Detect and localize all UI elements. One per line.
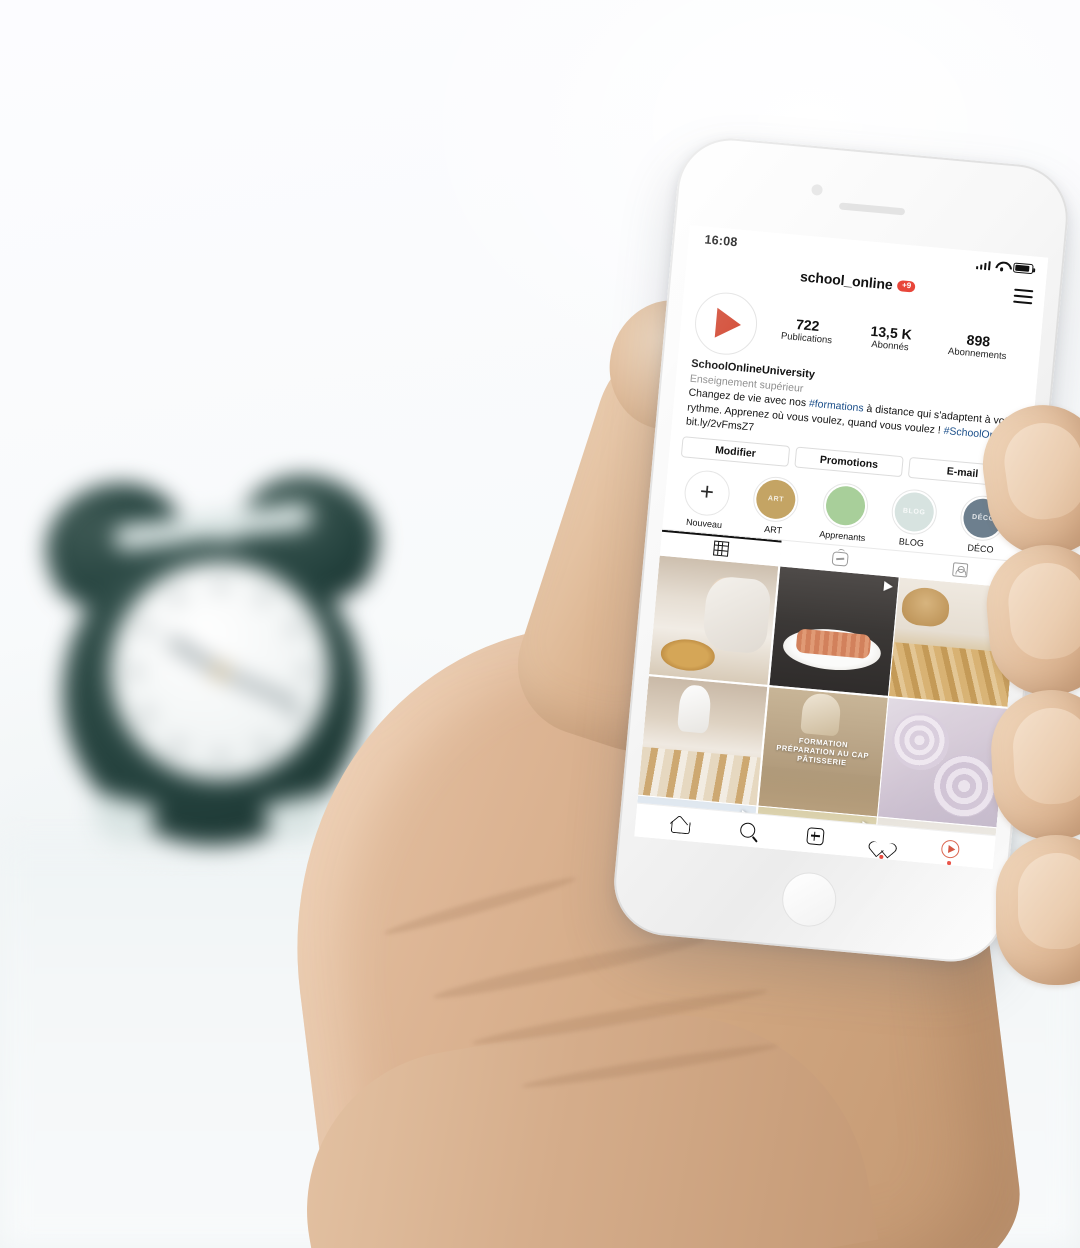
home-icon <box>670 815 688 832</box>
tagged-icon <box>951 562 968 578</box>
status-time: 16:08 <box>703 232 739 250</box>
post-thumbnail <box>768 566 899 697</box>
status-indicators <box>975 259 1034 275</box>
nav-home[interactable] <box>659 809 699 838</box>
wifi-icon <box>995 261 1009 272</box>
grid-post[interactable] <box>648 556 779 686</box>
post-thumbnail <box>637 676 768 806</box>
heart-icon <box>873 834 891 851</box>
profile-stat[interactable]: 13,5 K Abonnés <box>869 323 913 354</box>
hamburger-menu-icon[interactable] <box>1013 288 1034 304</box>
profile-stat[interactable]: 898 Abonnements <box>947 330 1008 363</box>
grid-post[interactable] <box>768 566 899 697</box>
plus-icon: + <box>698 477 716 507</box>
fingernail <box>1005 559 1080 663</box>
profile-avatar[interactable] <box>692 289 760 358</box>
highlight-circle[interactable]: ART <box>751 475 801 525</box>
highlight-cover: BLOG <box>892 491 936 534</box>
profile-stat[interactable]: 722 Publications <box>780 315 834 347</box>
highlight-circle[interactable] <box>820 481 870 531</box>
battery-icon <box>1012 262 1034 275</box>
highlight-label: BLOG <box>898 536 925 549</box>
highlight-circle[interactable]: + <box>682 469 732 519</box>
home-button[interactable] <box>779 870 839 929</box>
highlight-circle[interactable]: BLOG <box>889 487 939 537</box>
nav-profile[interactable] <box>930 834 970 865</box>
posts-grid: FORMATION PRÉPARATION AU CAP PÂTISSERIE <box>637 556 1019 836</box>
nav-add[interactable] <box>795 822 835 851</box>
grid-post[interactable] <box>878 697 1008 828</box>
profile-avatar-icon <box>940 838 961 859</box>
story-highlight-art[interactable]: ART ART <box>742 475 809 538</box>
notification-dot <box>879 854 884 859</box>
post-thumbnail <box>648 556 779 686</box>
cellular-signal-icon <box>975 260 991 270</box>
video-play-icon <box>882 581 893 593</box>
fingernail <box>1011 705 1080 806</box>
story-highlight-blog[interactable]: BLOG BLOG <box>880 487 947 550</box>
highlight-cover <box>823 484 867 528</box>
account-switch-badge[interactable]: +9 <box>897 279 917 293</box>
post-thumbnail <box>878 697 1008 828</box>
highlight-cover: ART <box>754 478 798 522</box>
little-finger <box>996 835 1080 985</box>
phone-screen: 16:08 school_online +9 722 Publications … <box>634 224 1049 870</box>
search-icon <box>739 822 756 839</box>
plus-box-icon <box>805 827 825 846</box>
highlight-label: DÉCO <box>967 542 994 556</box>
profile-stats: 722 Publications 13,5 K Abonnés 898 Abonnemen… <box>756 313 1027 365</box>
grid-post[interactable]: FORMATION PRÉPARATION AU CAP PÂTISSERIE <box>758 686 888 817</box>
front-camera <box>811 183 824 196</box>
smartphone: 16:08 school_online +9 722 Publications … <box>609 133 1073 967</box>
instagram-app: 16:08 school_online +9 722 Publications … <box>634 224 1049 870</box>
account-username[interactable]: school_online <box>799 268 893 292</box>
story-highlight-nouveau[interactable]: + Nouveau <box>672 468 739 531</box>
highlight-label: Nouveau <box>685 517 723 531</box>
earpiece-speaker <box>838 202 906 216</box>
grid-icon <box>712 540 729 557</box>
highlight-label: ART <box>763 524 783 537</box>
grid-post[interactable] <box>637 676 768 806</box>
fingernail <box>999 417 1080 524</box>
highlight-cover-text: ART <box>767 495 785 505</box>
nav-activity[interactable] <box>863 828 903 859</box>
stat-label: Abonnés <box>870 339 910 354</box>
igtv-icon <box>831 551 849 568</box>
highlight-label: Apprenants <box>818 529 866 544</box>
notification-dot <box>947 860 952 865</box>
fingernail <box>1018 853 1080 949</box>
nav-search[interactable] <box>727 815 767 844</box>
highlight-cover-text: BLOG <box>902 507 926 517</box>
play-triangle-avatar-icon <box>714 307 743 340</box>
post-overlay-text: FORMATION PRÉPARATION AU CAP PÂTISSERIE <box>775 735 870 768</box>
story-highlight-apprenants[interactable]: Apprenants <box>811 481 878 544</box>
